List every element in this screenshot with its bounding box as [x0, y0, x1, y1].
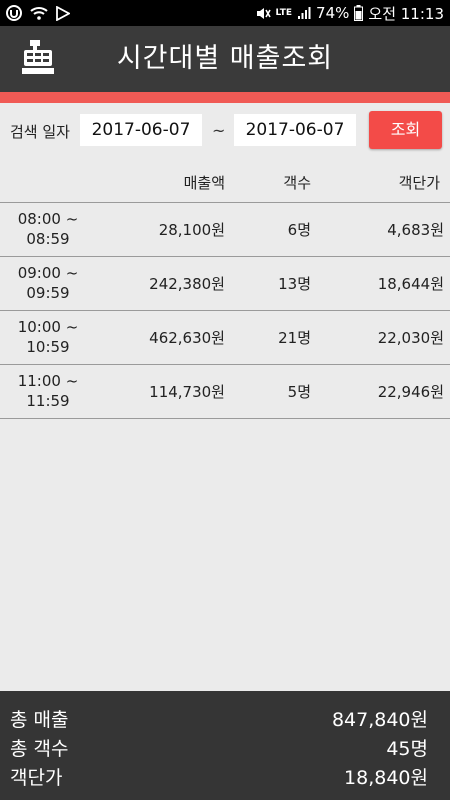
time-end: 09:59: [26, 284, 70, 302]
time-range: 10:00 ~ 10:59: [0, 317, 96, 357]
total-sales-label: 총 매출: [10, 709, 69, 731]
search-date-label: 검색 일자: [10, 123, 70, 141]
total-sales-row: 총 매출 847,840원: [0, 705, 450, 733]
time-range: 09:00 ~ 09:59: [0, 263, 96, 303]
play-store-icon: [56, 5, 70, 21]
header-avg-per-customer: 객단가: [398, 174, 440, 192]
search-button[interactable]: 조회: [369, 111, 442, 149]
time-end: 10:59: [26, 338, 70, 356]
sales-value: 462,630원: [149, 329, 225, 347]
page-title: 시간대별 매출조회: [116, 43, 334, 74]
avg-per-customer-row: 객단가 18,840원: [0, 763, 450, 791]
customers-value: 21명: [278, 329, 311, 347]
wifi-icon: [30, 6, 48, 20]
time-range: 11:00 ~ 11:59: [0, 371, 96, 411]
status-bar: LTE 74% 오전 11:13: [0, 0, 450, 26]
avg-per-customer-label: 객단가: [10, 767, 63, 789]
time-start: 11:00 ~: [17, 372, 79, 390]
date-separator: ~: [212, 121, 226, 140]
clock: 오전 11:13: [368, 4, 444, 23]
avg-value: 22,030원: [377, 329, 444, 347]
date-to-field[interactable]: 2017-06-07: [234, 114, 356, 146]
total-customers-row: 총 객수 45명: [0, 734, 450, 762]
total-customers-label: 총 객수: [10, 738, 69, 760]
date-from-field[interactable]: 2017-06-07: [80, 114, 202, 146]
header-sales: 매출액: [183, 174, 225, 192]
customers-value: 6명: [287, 221, 311, 239]
header-customers: 객수: [283, 174, 311, 192]
sales-value: 242,380원: [149, 275, 225, 293]
customers-value: 13명: [278, 275, 311, 293]
accent-bar: [0, 92, 450, 103]
avg-per-customer-value: 18,840원: [344, 767, 428, 789]
table-row: 09:00 ~ 09:59 242,380원 13명 18,644원: [0, 257, 450, 311]
lte-icon: LTE: [275, 7, 293, 18]
avg-value: 22,946원: [377, 383, 444, 401]
time-range: 08:00 ~ 08:59: [0, 209, 96, 249]
time-start: 08:00 ~: [17, 210, 79, 228]
battery-icon: [354, 5, 364, 21]
time-end: 11:59: [26, 392, 70, 410]
time-start: 10:00 ~: [17, 318, 79, 336]
time-end: 08:59: [26, 230, 70, 248]
customers-value: 5명: [287, 383, 311, 401]
battery-percent: 74%: [316, 4, 350, 22]
app-bar: 시간대별 매출조회: [0, 26, 450, 92]
avg-value: 18,644원: [377, 275, 444, 293]
avg-value: 4,683원: [387, 221, 444, 239]
table-row: 10:00 ~ 10:59 462,630원 21명 22,030원: [0, 311, 450, 365]
table-header: 매출액 객수 객단가: [0, 162, 450, 203]
summary-footer: 총 매출 847,840원 총 객수 45명 객단가 18,840원: [0, 691, 450, 800]
table-row: 08:00 ~ 08:59 28,100원 6명 4,683원: [0, 203, 450, 257]
mute-icon: [255, 6, 271, 21]
sales-value: 114,730원: [149, 383, 225, 401]
signal-icon: [297, 6, 311, 20]
sales-value: 28,100원: [158, 221, 225, 239]
time-start: 09:00 ~: [17, 264, 79, 282]
table-body: 08:00 ~ 08:59 28,100원 6명 4,683원 09:00 ~ …: [0, 203, 450, 419]
app-notification-icon: [6, 5, 22, 21]
total-customers-value: 45명: [386, 738, 428, 760]
table-row: 11:00 ~ 11:59 114,730원 5명 22,946원: [0, 365, 450, 419]
total-sales-value: 847,840원: [331, 709, 428, 731]
